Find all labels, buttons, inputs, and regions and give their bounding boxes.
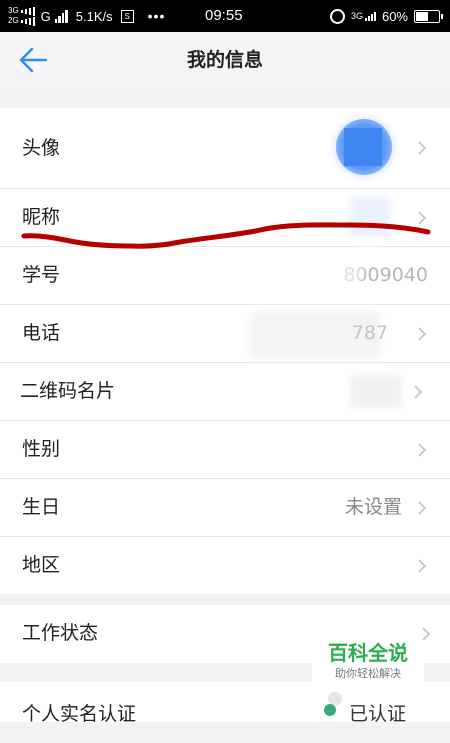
signal-strength-icon [54, 9, 68, 23]
row-phone[interactable]: 电话 787 [0, 305, 450, 363]
work-status-label: 工作状态 [22, 622, 99, 644]
row-realname[interactable]: 个人实名认证 已认证 [0, 682, 450, 725]
sig1-label: 3G [8, 6, 19, 15]
carrier-g: G [40, 8, 51, 24]
student-id-label: 学号 [22, 264, 61, 286]
chevron-right-icon [418, 326, 427, 341]
brand-watermark: 百科全说 助你轻松解决 [312, 640, 424, 686]
chevron-right-icon [418, 442, 427, 457]
battery-fill [416, 11, 428, 21]
row-qr-card[interactable]: 二维码名片 [0, 363, 450, 421]
row-birthday[interactable]: 生日 未设置 [0, 479, 450, 537]
row-student-id[interactable]: 学号 8009040 [0, 247, 450, 305]
avatar-label: 头像 [22, 137, 61, 159]
page-title: 我的信息 [186, 49, 263, 71]
profile-info-group: 头像 昵称 学号 8009040 电话 787 二维码名片 性别 生日 未设置 … [0, 108, 450, 594]
chevron-right-icon [418, 141, 427, 155]
dual-signal: 3G 2G [8, 6, 35, 26]
sig2-label: 2G [8, 16, 19, 25]
signal-icon [20, 16, 35, 26]
birthday-label: 生日 [22, 496, 61, 518]
gender-label: 性别 [22, 438, 61, 460]
chevron-right-icon [418, 210, 427, 225]
nickname-label: 昵称 [22, 206, 61, 228]
net-type: 3G [350, 11, 363, 21]
verified-badge-icon [324, 704, 336, 716]
realname-group: 个人实名认证 已认证 [0, 682, 450, 725]
nav-header: 我的信息 [0, 32, 450, 88]
network-speed: 5.1K/s [75, 8, 113, 24]
alarm-icon [329, 8, 345, 24]
battery-percent: 60% [381, 8, 408, 24]
watermark-title: 百科全说 [328, 641, 408, 665]
watermark-subtitle: 助你轻松解决 [335, 667, 401, 680]
row-region[interactable]: 地区 [0, 537, 450, 594]
row-nickname[interactable]: 昵称 [0, 189, 450, 247]
region-label: 地区 [22, 554, 61, 576]
nickname-value-redacted [350, 197, 390, 237]
signal-icon [20, 6, 35, 16]
chevron-right-icon [414, 384, 423, 399]
row-avatar[interactable]: 头像 [0, 108, 450, 189]
redaction [302, 253, 362, 298]
qr-card-label: 二维码名片 [20, 380, 116, 402]
realname-value: 已认证 [348, 703, 406, 725]
realname-label: 个人实名认证 [22, 703, 137, 725]
mobile-data-icon: 3G [351, 11, 376, 21]
battery-icon [414, 9, 443, 23]
chevron-right-icon [418, 500, 427, 515]
row-gender[interactable]: 性别 [0, 421, 450, 479]
notification-box-icon: S [120, 9, 134, 23]
chevron-right-icon [418, 558, 427, 573]
more-notifications-icon: ••• [147, 8, 166, 24]
phone-value: 787 [351, 322, 388, 344]
qr-redaction [350, 375, 402, 407]
phone-label: 电话 [22, 322, 61, 344]
status-bar: 3G 2G G 5.1K/s S ••• 09:55 3G 60% [0, 0, 450, 32]
clock: 09:55 [205, 7, 243, 24]
avatar [336, 119, 392, 175]
birthday-value: 未设置 [344, 496, 402, 518]
